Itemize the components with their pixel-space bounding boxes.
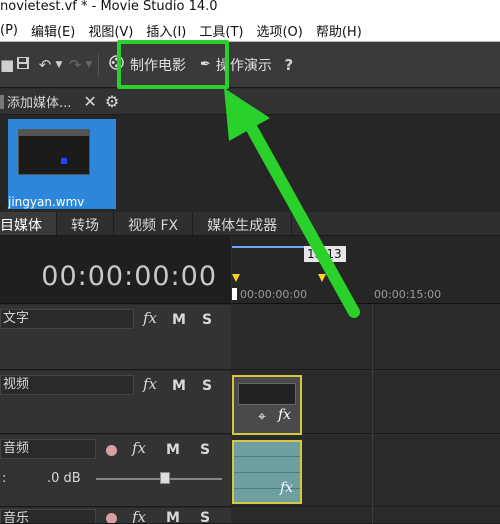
track-solo-button[interactable]: S (202, 378, 212, 394)
track-name-music[interactable]: 音乐 (0, 509, 96, 523)
tab-transitions[interactable]: 转场 (57, 212, 114, 235)
loop-region-bar[interactable] (232, 246, 304, 252)
track-mute-button[interactable]: M (172, 378, 186, 394)
record-arm-button[interactable] (106, 513, 117, 523)
toolbar-separator (98, 53, 99, 76)
crop-icon[interactable]: ⌖ (258, 409, 266, 425)
playhead-icon[interactable] (232, 288, 237, 300)
title-bar: novietest.vf * - Movie Studio 14.0 (0, 0, 500, 20)
track-name-video[interactable]: 视频 (0, 375, 134, 395)
gear-icon[interactable]: ⚙ (105, 92, 119, 111)
track-music[interactable]: 音乐 fx M S (0, 508, 231, 524)
track-fx-button[interactable]: fx (132, 508, 146, 523)
make-movie-highlight-box (117, 40, 229, 89)
track-solo-button[interactable]: S (202, 312, 212, 328)
volume-slider-track[interactable] (96, 478, 222, 480)
media-panel-header: 添加媒体... ✕ ⚙ (0, 89, 500, 115)
help-pointer-icon[interactable]: ? (280, 56, 298, 74)
loop-length-label: 13:13 (304, 246, 346, 262)
loop-start-marker[interactable] (232, 274, 240, 282)
track-header-panel: 00:00:00:00 文字 fx M S 视频 fx M S 音频 fx M … (0, 236, 231, 524)
close-icon[interactable]: ✕ (83, 92, 96, 111)
open-icon[interactable]: ■ (0, 56, 14, 74)
track-fx-button[interactable]: fx (143, 375, 157, 393)
redo-dropdown-icon[interactable]: ▼ (84, 60, 94, 70)
window-title: novietest.vf * - Movie Studio 14.0 (0, 0, 218, 14)
timecode-display: 00:00:00:00 (0, 236, 231, 304)
clip-thumbnail (238, 383, 296, 405)
ruler-label-15: 00:00:15:00 (374, 288, 442, 301)
track-name-audio[interactable]: 音频 (0, 439, 96, 459)
window-docking-tabs: 目媒体 转场 视频 FX 媒体生成器 (0, 212, 500, 236)
redo-icon[interactable]: ↷ (66, 56, 84, 74)
media-file-name: jingyan.wmv (8, 195, 85, 209)
track-fx-button[interactable]: fx (132, 439, 146, 457)
track-text[interactable]: 文字 fx M S (0, 305, 231, 370)
lane-music[interactable] (232, 508, 500, 524)
track-name-text[interactable]: 文字 (0, 309, 134, 329)
menu-bar: (P) 编辑(E) 视图(V) 插入(I) 工具(T) 选项(O) 帮助(H) (0, 20, 500, 42)
grid-line (372, 304, 373, 524)
menu-item-view[interactable]: 视图(V) (88, 21, 133, 40)
track-mute-button[interactable]: M (172, 312, 186, 328)
save-icon[interactable] (14, 56, 32, 74)
audio-clip[interactable]: fx (232, 440, 302, 504)
menu-item-insert[interactable]: 插入(I) (146, 21, 186, 40)
tab-video-fx[interactable]: 视频 FX (114, 212, 194, 235)
media-thumbnail[interactable]: jingyan.wmv (8, 119, 116, 209)
tab-media-generators[interactable]: 媒体生成器 (193, 212, 293, 235)
tab-project-media[interactable]: 目媒体 (0, 212, 57, 235)
volume-value: .0 dB (47, 471, 81, 486)
volume-slider-knob[interactable] (160, 472, 170, 484)
record-arm-button[interactable] (106, 445, 117, 456)
menu-item-help[interactable]: 帮助(H) (316, 21, 362, 40)
import-media-icon[interactable] (0, 94, 4, 109)
timecode-readout: 00:00:00:00 (41, 261, 217, 292)
main-toolbar: ■ ↶ ▼ ↷ ▼ 制作电影 ✒ 操作演示 ? (0, 42, 500, 88)
video-clip[interactable]: ⌖ fx (232, 375, 302, 435)
loop-end-marker[interactable] (318, 274, 326, 282)
ruler-label-0: 00:00:00:00 (240, 288, 308, 301)
project-media-area: jingyan.wmv (0, 115, 500, 212)
track-solo-button[interactable]: S (200, 510, 210, 523)
menu-item-tools[interactable]: 工具(T) (199, 21, 243, 40)
menu-item-project[interactable]: (P) (0, 23, 18, 38)
menu-item-options[interactable]: 选项(O) (256, 21, 302, 40)
add-media-label[interactable]: 添加媒体... (7, 92, 71, 111)
video-preview (18, 129, 90, 175)
undo-icon[interactable]: ↶ (36, 56, 54, 74)
timeline-ruler[interactable]: 13:13 00:00:00:00 00:00:15:00 (232, 236, 500, 304)
track-audio[interactable]: 音频 fx M S : .0 dB (0, 435, 231, 507)
menu-item-edit[interactable]: 编辑(E) (31, 21, 75, 40)
track-fx-button[interactable]: fx (143, 309, 157, 327)
volume-label: : (2, 471, 7, 486)
track-video[interactable]: 视频 fx M S (0, 371, 231, 434)
track-mute-button[interactable]: M (166, 442, 180, 458)
undo-dropdown-icon[interactable]: ▼ (54, 60, 64, 70)
lane-text[interactable] (232, 305, 500, 370)
track-solo-button[interactable]: S (200, 442, 210, 458)
clip-fx-button[interactable]: fx (280, 480, 293, 496)
clip-fx-button[interactable]: fx (278, 407, 291, 423)
track-mute-button[interactable]: M (166, 510, 180, 523)
